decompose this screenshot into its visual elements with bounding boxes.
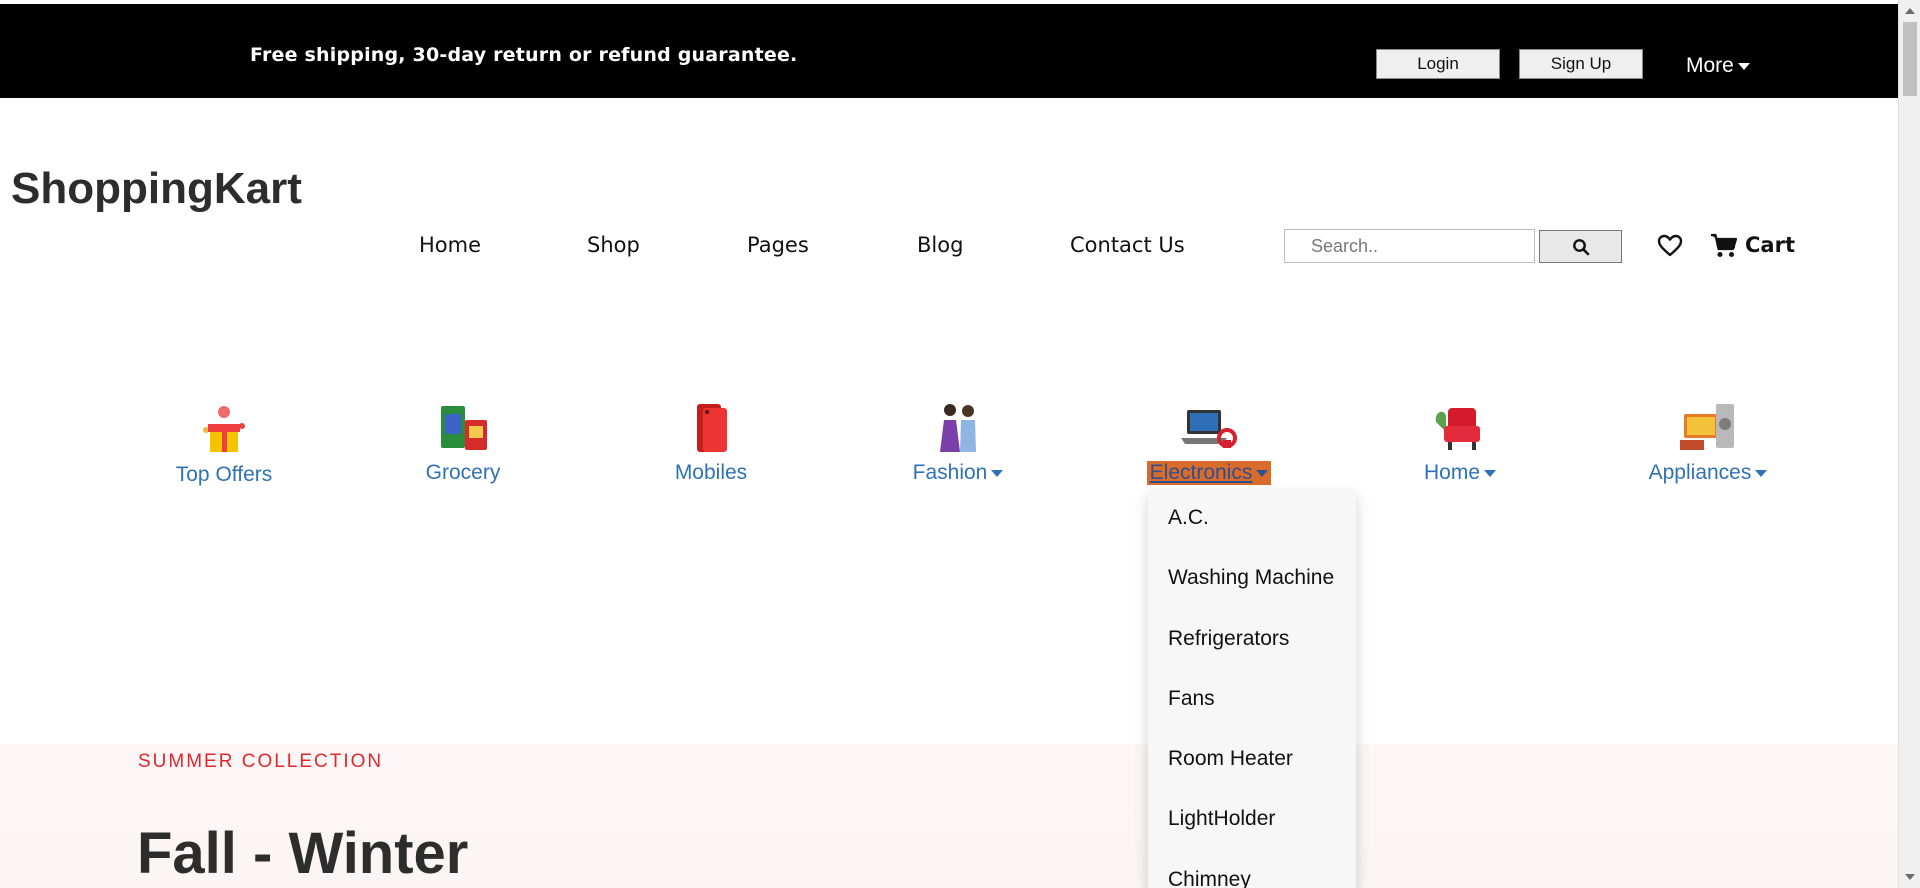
caret-down-icon <box>1755 469 1768 477</box>
signup-button[interactable]: Sign Up <box>1519 49 1643 79</box>
promo-text: Free shipping, 30-day return or refund g… <box>250 44 798 66</box>
electronics-dropdown-menu: A.C. Washing Machine Refrigerators Fans … <box>1148 490 1356 888</box>
dropdown-item-refrigerators[interactable]: Refrigerators <box>1148 627 1356 687</box>
gift-icon <box>203 406 245 452</box>
announcement-bar: Free shipping, 30-day return or refund g… <box>0 4 1898 98</box>
scroll-up-arrow-icon[interactable] <box>1905 8 1915 14</box>
category-home[interactable]: Home <box>1412 402 1508 485</box>
vertical-scrollbar[interactable] <box>1898 0 1920 888</box>
cart-icon[interactable] <box>1710 231 1738 259</box>
category-label: Top Offers <box>175 463 273 486</box>
appliances-icon <box>1680 404 1734 450</box>
caret-down-icon <box>1737 62 1750 70</box>
category-label: Electronics <box>1147 461 1271 485</box>
caret-down-icon <box>1256 469 1269 477</box>
hero-headline: Fall - Winter <box>137 821 469 886</box>
category-label: Mobiles <box>674 461 748 484</box>
heart-icon[interactable] <box>1657 233 1683 259</box>
nav-shop[interactable]: Shop <box>587 233 640 257</box>
category-label: Fashion <box>908 461 1008 485</box>
dropdown-item-room-heater[interactable]: Room Heater <box>1148 747 1356 807</box>
category-grocery[interactable]: Grocery <box>424 402 502 485</box>
dropdown-item-washing-machine[interactable]: Washing Machine <box>1148 566 1356 626</box>
search-input[interactable] <box>1284 229 1535 263</box>
more-label: More <box>1686 54 1734 77</box>
category-appliances[interactable]: Appliances <box>1645 402 1771 485</box>
category-electronics[interactable]: Electronics <box>1147 402 1271 485</box>
grocery-icon <box>441 406 487 450</box>
scrollbar-thumb[interactable] <box>1903 22 1917 96</box>
nav-home[interactable]: Home <box>419 233 481 257</box>
scroll-down-arrow-icon[interactable] <box>1905 874 1915 880</box>
page: Free shipping, 30-day return or refund g… <box>0 0 1920 888</box>
hero-eyebrow: SUMMER COLLECTION <box>138 751 384 772</box>
caret-down-icon <box>991 469 1004 477</box>
mobile-phone-icon <box>697 404 727 452</box>
armchair-icon <box>1435 408 1480 450</box>
fashion-icon <box>940 404 976 452</box>
nav-blog[interactable]: Blog <box>917 233 963 257</box>
category-top-offers[interactable]: Top Offers <box>175 404 273 487</box>
category-label: Home <box>1412 461 1508 485</box>
hero-banner: SUMMER COLLECTION Fall - Winter <box>0 744 1898 888</box>
dropdown-item-ac[interactable]: A.C. <box>1148 506 1356 566</box>
dropdown-item-chimney[interactable]: Chimney <box>1148 868 1356 888</box>
category-label: Appliances <box>1645 461 1771 485</box>
dropdown-item-lightholder[interactable]: LightHolder <box>1148 807 1356 867</box>
category-mobiles[interactable]: Mobiles <box>673 402 749 485</box>
category-label: Grocery <box>425 461 501 484</box>
search-button[interactable] <box>1539 230 1622 263</box>
laptop-icon <box>1181 410 1237 448</box>
cart-label[interactable]: Cart <box>1745 233 1795 257</box>
search-icon <box>1572 238 1589 255</box>
nav-pages[interactable]: Pages <box>747 233 809 257</box>
more-menu[interactable]: More <box>1686 54 1750 78</box>
category-fashion[interactable]: Fashion <box>908 402 1008 485</box>
login-button[interactable]: Login <box>1376 49 1500 79</box>
brand-logo[interactable]: ShoppingKart <box>11 164 302 214</box>
dropdown-item-fans[interactable]: Fans <box>1148 687 1356 747</box>
nav-contact-us[interactable]: Contact Us <box>1070 233 1185 257</box>
caret-down-icon <box>1484 469 1497 477</box>
